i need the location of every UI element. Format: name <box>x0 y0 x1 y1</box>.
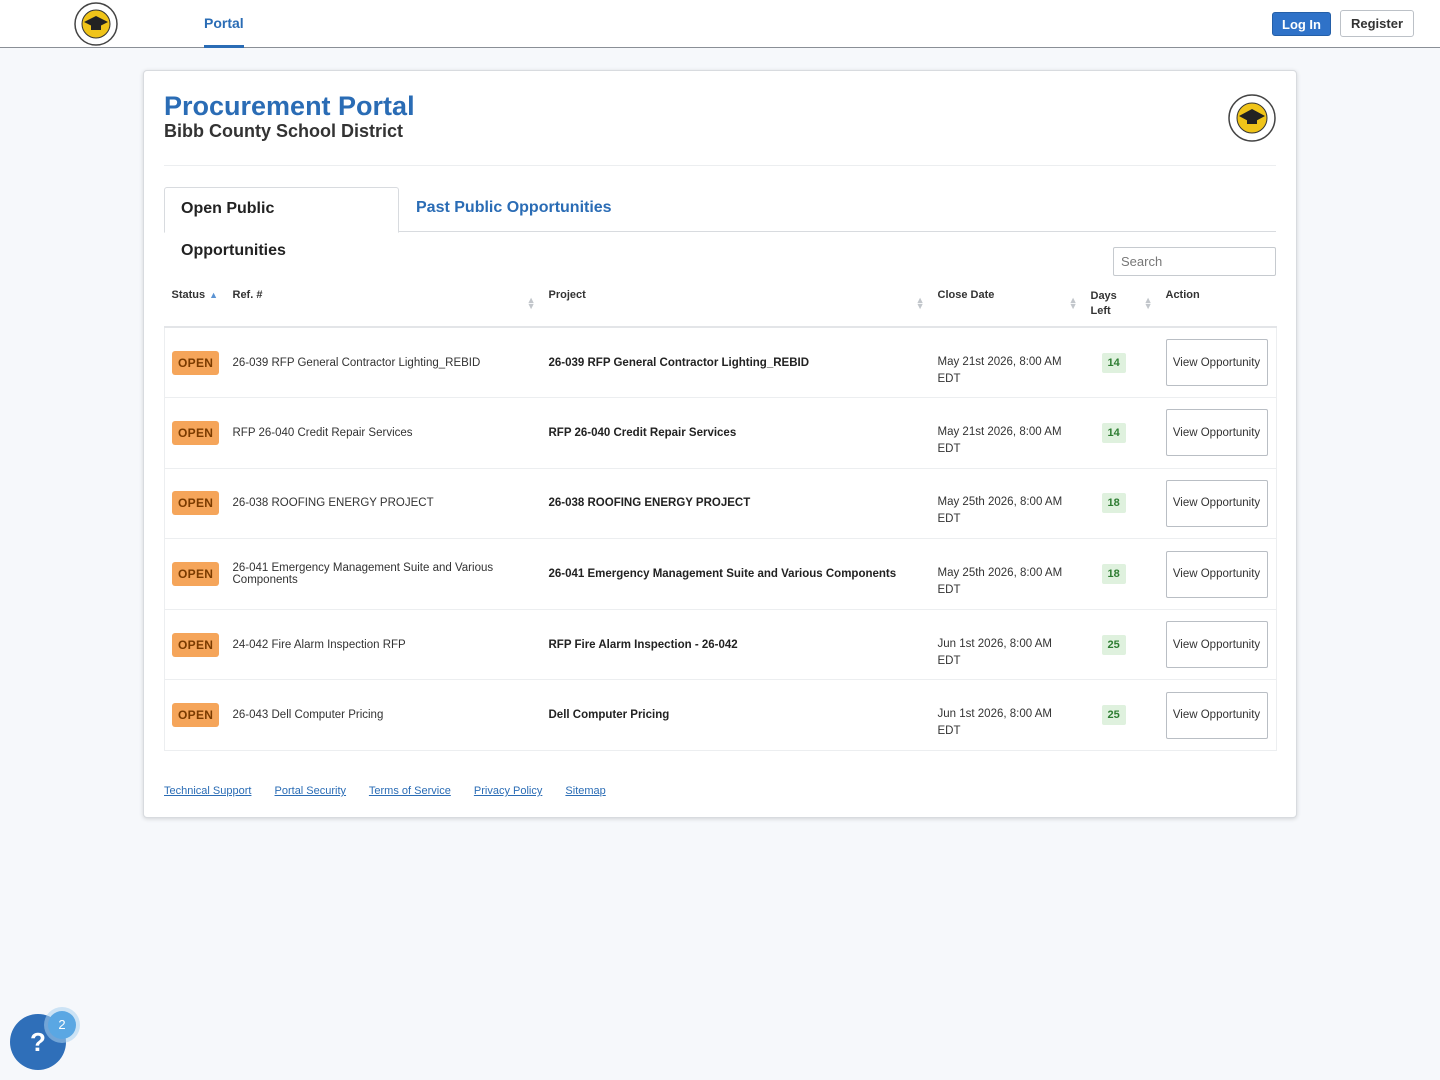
status-badge: OPEN <box>172 562 220 587</box>
ref-cell: 26-039 RFP General Contractor Lighting_R… <box>225 327 542 399</box>
search-input[interactable] <box>1113 247 1276 276</box>
table-row: OPEN RFP 26-040 Credit Repair Services RFP… <box>164 397 1277 469</box>
sort-ascending-icon: ▲ <box>209 290 219 300</box>
view-opportunity-button[interactable]: View Opportunity <box>1165 691 1268 739</box>
ref-cell: 26-043 Dell Computer Pricing <box>225 679 542 752</box>
table-row: OPEN 26-043 Dell Computer Pricing Dell Com… <box>164 679 1277 752</box>
table-row: OPEN 26-038 ROOFING ENERGY PROJECT 26-038 … <box>164 468 1277 540</box>
table-row: OPEN 26-041 Emergency Management Suite an… <box>164 538 1277 610</box>
view-opportunity-button[interactable]: View Opportunity <box>1165 621 1268 669</box>
column-header-action: Action <box>1158 283 1277 328</box>
footer-link-terms-of-service[interactable]: Terms of Service <box>369 785 451 797</box>
tab-past-public-opportunities[interactable]: Past Public Opportunities <box>400 187 628 232</box>
status-cell: OPEN <box>164 679 226 752</box>
column-header-close-date[interactable]: Close Date ▲ ▼ <box>930 283 1084 328</box>
register-button[interactable]: Register <box>1340 10 1414 37</box>
days-left-badge: 18 <box>1101 493 1126 514</box>
days-left-cell: 18 <box>1083 468 1159 540</box>
table-header-row: Status ▲ Ref. # ▲ ▼ Project ▲ ▼ Close Date ▲ ▼ … <box>164 283 1277 328</box>
project-cell: 26-039 RFP General Contractor Lighting_R… <box>541 327 931 399</box>
sort-icon: ▲ ▼ <box>1068 295 1078 311</box>
close-date-cell: Jun 1st 2026, 8:00 AM EDT <box>930 679 1084 752</box>
footer-links: Technical Support Portal Security Terms … <box>164 785 626 797</box>
action-cell: View Opportunity <box>1158 538 1277 610</box>
days-left-badge: 14 <box>1101 352 1126 373</box>
header-divider <box>164 165 1276 166</box>
action-cell: View Opportunity <box>1158 327 1277 399</box>
project-cell: RFP 26-040 Credit Repair Services <box>541 397 931 469</box>
project-cell: RFP Fire Alarm Inspection - 26-042 <box>541 609 931 681</box>
ref-cell: 26-041 Emergency Management Suite and Va… <box>225 538 542 610</box>
column-header-project[interactable]: Project ▲ ▼ <box>541 283 931 328</box>
project-cell: 26-038 ROOFING ENERGY PROJECT <box>541 468 931 540</box>
status-cell: OPEN <box>164 609 226 681</box>
days-left-cell: 25 <box>1083 609 1159 681</box>
footer-link-sitemap[interactable]: Sitemap <box>565 785 605 797</box>
action-cell: View Opportunity <box>1158 679 1277 752</box>
footer-link-technical-support[interactable]: Technical Support <box>164 785 251 797</box>
sort-icon: ▲ ▼ <box>526 295 536 311</box>
ref-cell: 24-042 Fire Alarm Inspection RFP <box>225 609 542 681</box>
table-row: OPEN 26-039 RFP General Contractor Lighti… <box>164 327 1277 399</box>
status-cell: OPEN <box>164 468 226 540</box>
district-seal-logo <box>1228 94 1276 142</box>
opportunities-table: Status ▲ Ref. # ▲ ▼ Project ▲ ▼ Close Date ▲ ▼ … <box>164 283 1277 752</box>
status-badge: OPEN <box>172 491 220 516</box>
opportunity-tabs: Open Public Opportunities Past Public Op… <box>164 187 1276 259</box>
table-row: OPEN 24-042 Fire Alarm Inspection RFP RFP … <box>164 609 1277 681</box>
log-in-button[interactable]: Log In <box>1272 12 1331 36</box>
procurement-card: Procurement Portal Bibb County School Di… <box>143 70 1297 818</box>
status-cell: OPEN <box>164 327 226 399</box>
sort-icon: ▲ ▼ <box>1143 295 1153 311</box>
top-navigation-bar: Portal Log In Register <box>0 0 1440 48</box>
status-badge: OPEN <box>172 420 220 445</box>
view-opportunity-button[interactable]: View Opportunity <box>1165 550 1268 598</box>
days-left-cell: 14 <box>1083 327 1159 399</box>
status-badge: OPEN <box>172 632 220 657</box>
days-left-badge: 14 <box>1101 422 1126 443</box>
close-date-cell: May 25th 2026, 8:00 AM EDT <box>930 468 1084 540</box>
action-cell: View Opportunity <box>1158 468 1277 540</box>
close-date-cell: Jun 1st 2026, 8:00 AM EDT <box>930 609 1084 681</box>
project-cell: 26-041 Emergency Management Suite and Va… <box>541 538 931 610</box>
days-left-badge: 25 <box>1101 705 1126 726</box>
ref-cell: 26-038 ROOFING ENERGY PROJECT <box>225 468 542 540</box>
status-cell: OPEN <box>164 397 226 469</box>
column-header-status[interactable]: Status ▲ <box>164 283 226 328</box>
action-cell: View Opportunity <box>1158 609 1277 681</box>
page-subtitle: Bibb County School District <box>164 121 404 141</box>
status-cell: OPEN <box>164 538 226 610</box>
close-date-cell: May 25th 2026, 8:00 AM EDT <box>930 538 1084 610</box>
tab-open-public-opportunities[interactable]: Open Public Opportunities <box>164 187 399 259</box>
footer-link-portal-security[interactable]: Portal Security <box>275 785 347 797</box>
status-badge: OPEN <box>172 350 220 375</box>
column-header-days-left[interactable]: Days Left ▲ ▼ <box>1083 283 1159 328</box>
nav-portal-link[interactable]: Portal <box>204 0 244 48</box>
status-badge: OPEN <box>172 703 220 728</box>
project-cell: Dell Computer Pricing <box>541 679 931 752</box>
sort-icon: ▲ ▼ <box>915 295 925 311</box>
days-left-badge: 25 <box>1101 634 1126 655</box>
footer-link-privacy-policy[interactable]: Privacy Policy <box>474 785 542 797</box>
days-left-cell: 18 <box>1083 538 1159 610</box>
action-cell: View Opportunity <box>1158 397 1277 469</box>
days-left-cell: 14 <box>1083 397 1159 469</box>
page-title: Procurement Portal <box>164 91 415 121</box>
district-seal-logo[interactable] <box>72 2 120 46</box>
days-left-badge: 18 <box>1101 564 1126 585</box>
view-opportunity-button[interactable]: View Opportunity <box>1165 479 1268 527</box>
column-header-ref[interactable]: Ref. # ▲ ▼ <box>225 283 542 328</box>
view-opportunity-button[interactable]: View Opportunity <box>1165 339 1268 387</box>
ref-cell: RFP 26-040 Credit Repair Services <box>225 397 542 469</box>
help-notification-count: 2 <box>48 1011 76 1039</box>
close-date-cell: May 21st 2026, 8:00 AM EDT <box>930 327 1084 399</box>
view-opportunity-button[interactable]: View Opportunity <box>1165 409 1268 457</box>
days-left-cell: 25 <box>1083 679 1159 752</box>
close-date-cell: May 21st 2026, 8:00 AM EDT <box>930 397 1084 469</box>
